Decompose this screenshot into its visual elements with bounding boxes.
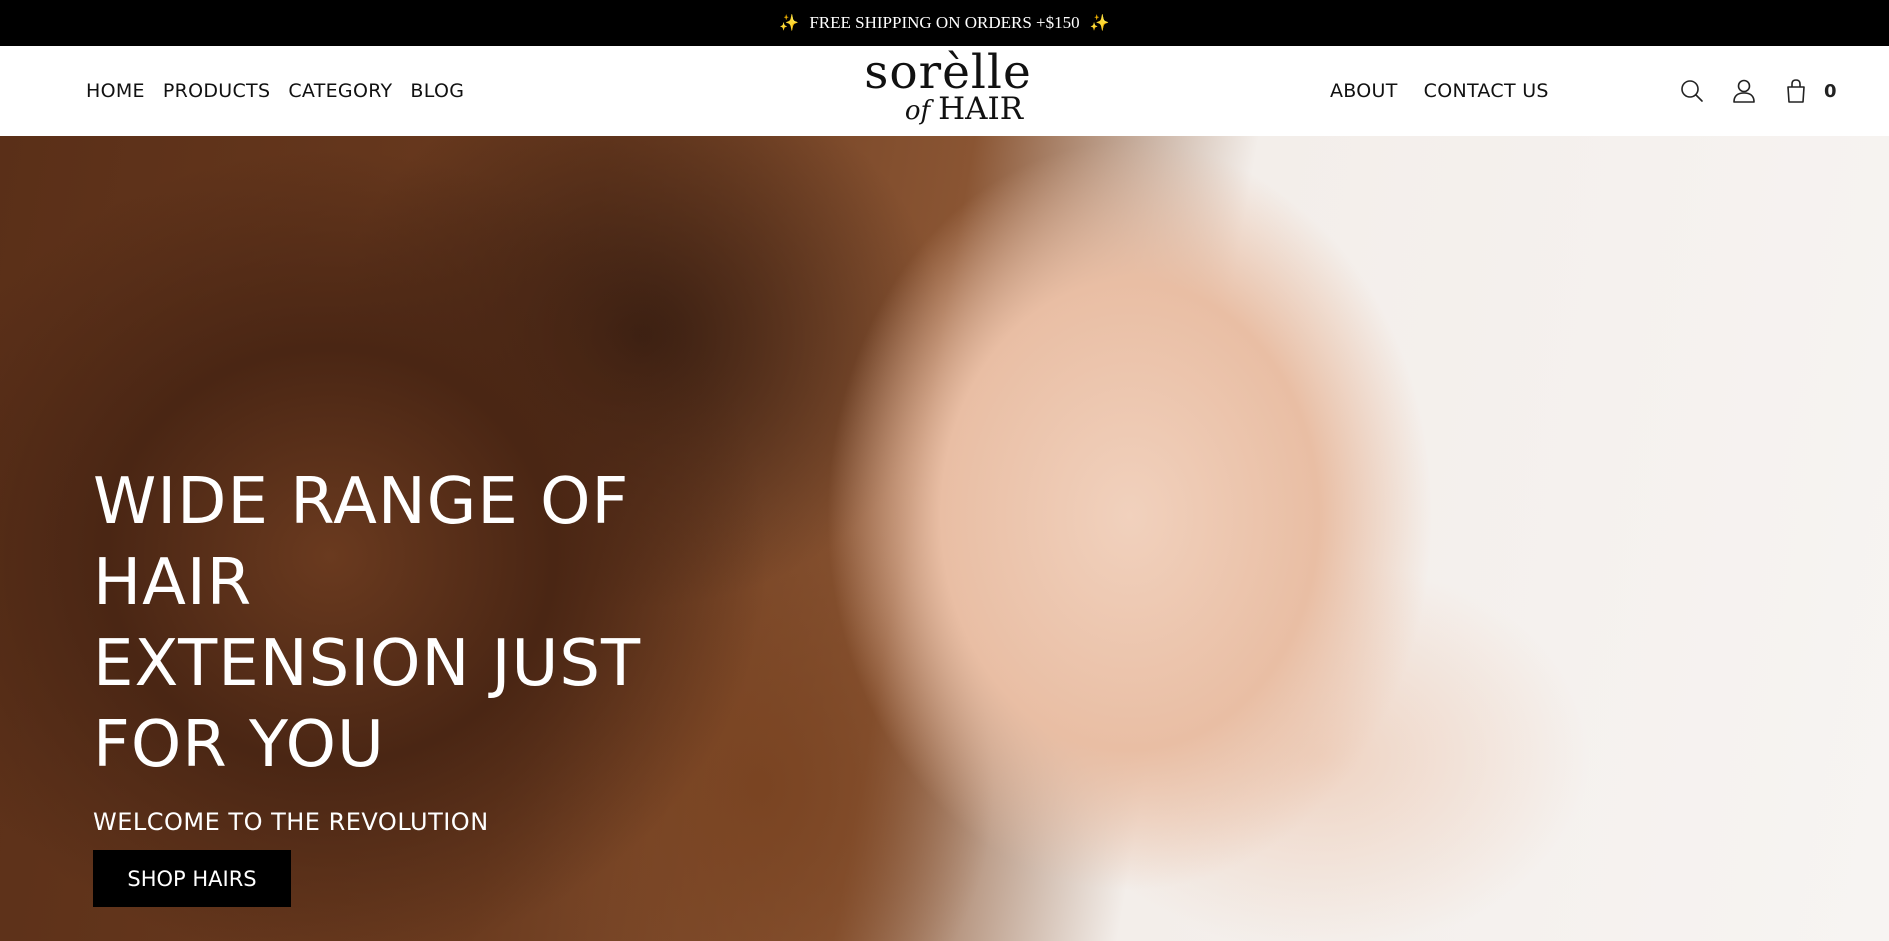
user-icon[interactable] bbox=[1730, 77, 1758, 105]
header-actions: 0 bbox=[1678, 46, 1837, 136]
announcement-bar: ✨ FREE SHIPPING ON ORDERS +$150 ✨ bbox=[0, 0, 1889, 46]
cart-count: 0 bbox=[1824, 80, 1837, 102]
hero-banner: WIDE RANGE OF HAIR EXTENSION JUST FOR YO… bbox=[0, 136, 1889, 941]
search-icon[interactable] bbox=[1678, 77, 1706, 105]
primary-nav: HOME PRODUCTS CATEGORY BLOG bbox=[86, 46, 464, 136]
site-header: HOME PRODUCTS CATEGORY BLOG sorèlle of HA… bbox=[0, 46, 1889, 136]
nav-home-link[interactable]: HOME bbox=[86, 80, 145, 102]
hero-subtitle: WELCOME TO THE REVOLUTION bbox=[93, 808, 489, 836]
shop-hairs-button[interactable]: SHOP HAIRS bbox=[93, 850, 291, 907]
logo-of-text: of bbox=[904, 96, 931, 126]
hero-content: WIDE RANGE OF HAIR EXTENSION JUST FOR YO… bbox=[93, 462, 733, 907]
logo-hair-text: HAIR bbox=[938, 91, 1024, 127]
sparkle-icon: ✨ bbox=[779, 15, 800, 32]
nav-blog-link[interactable]: BLOG bbox=[410, 80, 464, 102]
site-logo[interactable]: sorèlle of HAIR bbox=[858, 48, 1038, 134]
shopping-bag-icon[interactable] bbox=[1782, 77, 1810, 105]
nav-category-link[interactable]: CATEGORY bbox=[288, 80, 392, 102]
announcement-text: FREE SHIPPING ON ORDERS +$150 bbox=[809, 13, 1080, 32]
hero-heading: WIDE RANGE OF HAIR EXTENSION JUST FOR YO… bbox=[93, 465, 642, 782]
secondary-nav: ABOUT CONTACT US bbox=[1330, 46, 1549, 136]
nav-about-link[interactable]: ABOUT bbox=[1330, 80, 1398, 102]
sparkle-icon: ✨ bbox=[1089, 15, 1110, 32]
nav-contact-link[interactable]: CONTACT US bbox=[1424, 80, 1549, 102]
nav-products-link[interactable]: PRODUCTS bbox=[163, 80, 270, 102]
